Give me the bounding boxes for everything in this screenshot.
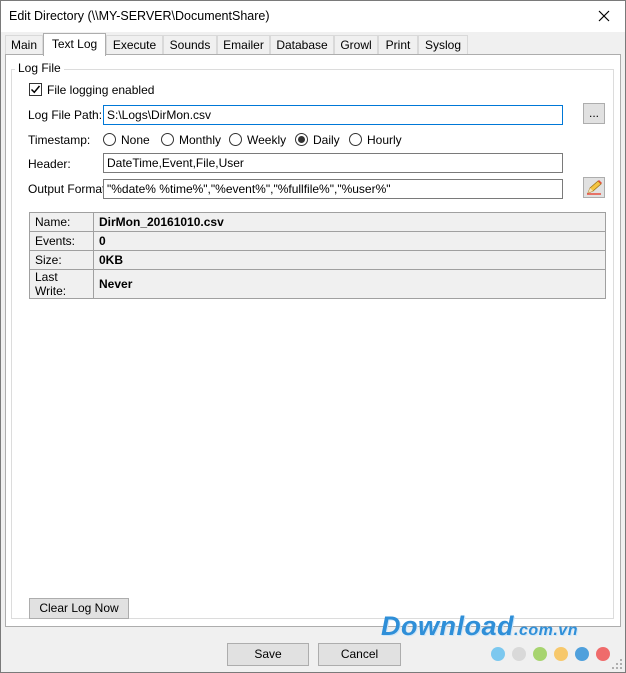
text-log-tab-page: Log File File logging enabled Log File P… [5, 54, 621, 627]
timestamp-hourly-radio[interactable] [349, 133, 362, 146]
timestamp-daily-label: Daily [313, 133, 340, 147]
name-value: DirMon_20161010.csv [93, 212, 606, 232]
tab-growl[interactable]: Growl [334, 35, 378, 55]
header-label: Header: [28, 157, 71, 171]
watermark-dot [491, 647, 505, 661]
cancel-button[interactable]: Cancel [318, 643, 401, 666]
clear-log-button[interactable]: Clear Log Now [29, 598, 129, 619]
timestamp-label: Timestamp: [28, 133, 91, 147]
tab-execute[interactable]: Execute [106, 35, 163, 55]
output-format-input[interactable]: "%date% %time%","%event%","%fullfile%","… [103, 179, 563, 199]
watermark-dot [533, 647, 547, 661]
name-key: Name: [29, 212, 94, 232]
table-row: Events: 0 [29, 231, 606, 251]
timestamp-hourly-label: Hourly [367, 133, 402, 147]
timestamp-none-radio[interactable] [103, 133, 116, 146]
tab-main[interactable]: Main [5, 35, 43, 55]
last-write-key: Last Write: [29, 269, 94, 299]
download-watermark-logo: Download.com.vn [381, 611, 578, 641]
edit-format-button[interactable] [583, 177, 605, 198]
browse-button[interactable]: ... [583, 103, 605, 124]
events-key: Events: [29, 231, 94, 251]
log-file-path-label: Log File Path: [28, 108, 103, 122]
timestamp-none-label: None [121, 133, 150, 147]
timestamp-weekly-label: Weekly [247, 133, 287, 147]
file-logging-label: File logging enabled [47, 83, 155, 97]
timestamp-monthly-radio[interactable] [161, 133, 174, 146]
tab-print[interactable]: Print [378, 35, 418, 55]
size-key: Size: [29, 250, 94, 270]
log-file-group-title: Log File [15, 61, 64, 75]
tab-text-log[interactable]: Text Log [43, 33, 106, 56]
log-file-group [11, 69, 614, 619]
log-file-path-input[interactable]: S:\Logs\DirMon.csv [103, 105, 563, 125]
timestamp-weekly-radio[interactable] [229, 133, 242, 146]
tab-database[interactable]: Database [270, 35, 334, 55]
log-info-table: Name: DirMon_20161010.csv Events: 0 Size… [29, 212, 606, 299]
watermark-dot [554, 647, 568, 661]
pencil-icon [587, 180, 602, 195]
tab-syslog[interactable]: Syslog [418, 35, 468, 55]
timestamp-daily-radio[interactable] [295, 133, 308, 146]
tab-emailer[interactable]: Emailer [217, 35, 270, 55]
header-input[interactable]: DateTime,Event,File,User [103, 153, 563, 173]
title-bar: Edit Directory (\\MY-SERVER\DocumentShar… [1, 1, 625, 32]
resize-grip-icon[interactable] [611, 658, 623, 670]
table-row: Size: 0KB [29, 250, 606, 270]
tab-strip: Main Text Log Execute Sounds Emailer Dat… [5, 33, 625, 56]
table-row: Name: DirMon_20161010.csv [29, 212, 606, 232]
output-format-label: Output Format: [28, 182, 109, 196]
file-logging-checkbox[interactable] [29, 83, 42, 96]
watermark-dot [596, 647, 610, 661]
last-write-value: Never [93, 269, 606, 299]
events-value: 0 [93, 231, 606, 251]
window-title: Edit Directory (\\MY-SERVER\DocumentShar… [9, 9, 270, 23]
tab-sounds[interactable]: Sounds [163, 35, 217, 55]
save-button[interactable]: Save [227, 643, 309, 666]
watermark-dot [575, 647, 589, 661]
timestamp-monthly-label: Monthly [179, 133, 222, 147]
checkmark-icon [30, 85, 41, 94]
edit-directory-window: Edit Directory (\\MY-SERVER\DocumentShar… [0, 0, 626, 673]
watermark-dot [512, 647, 526, 661]
radio-selected-dot [298, 136, 305, 143]
size-value: 0KB [93, 250, 606, 270]
close-icon[interactable] [593, 5, 615, 27]
table-row: Last Write: Never [29, 269, 606, 299]
